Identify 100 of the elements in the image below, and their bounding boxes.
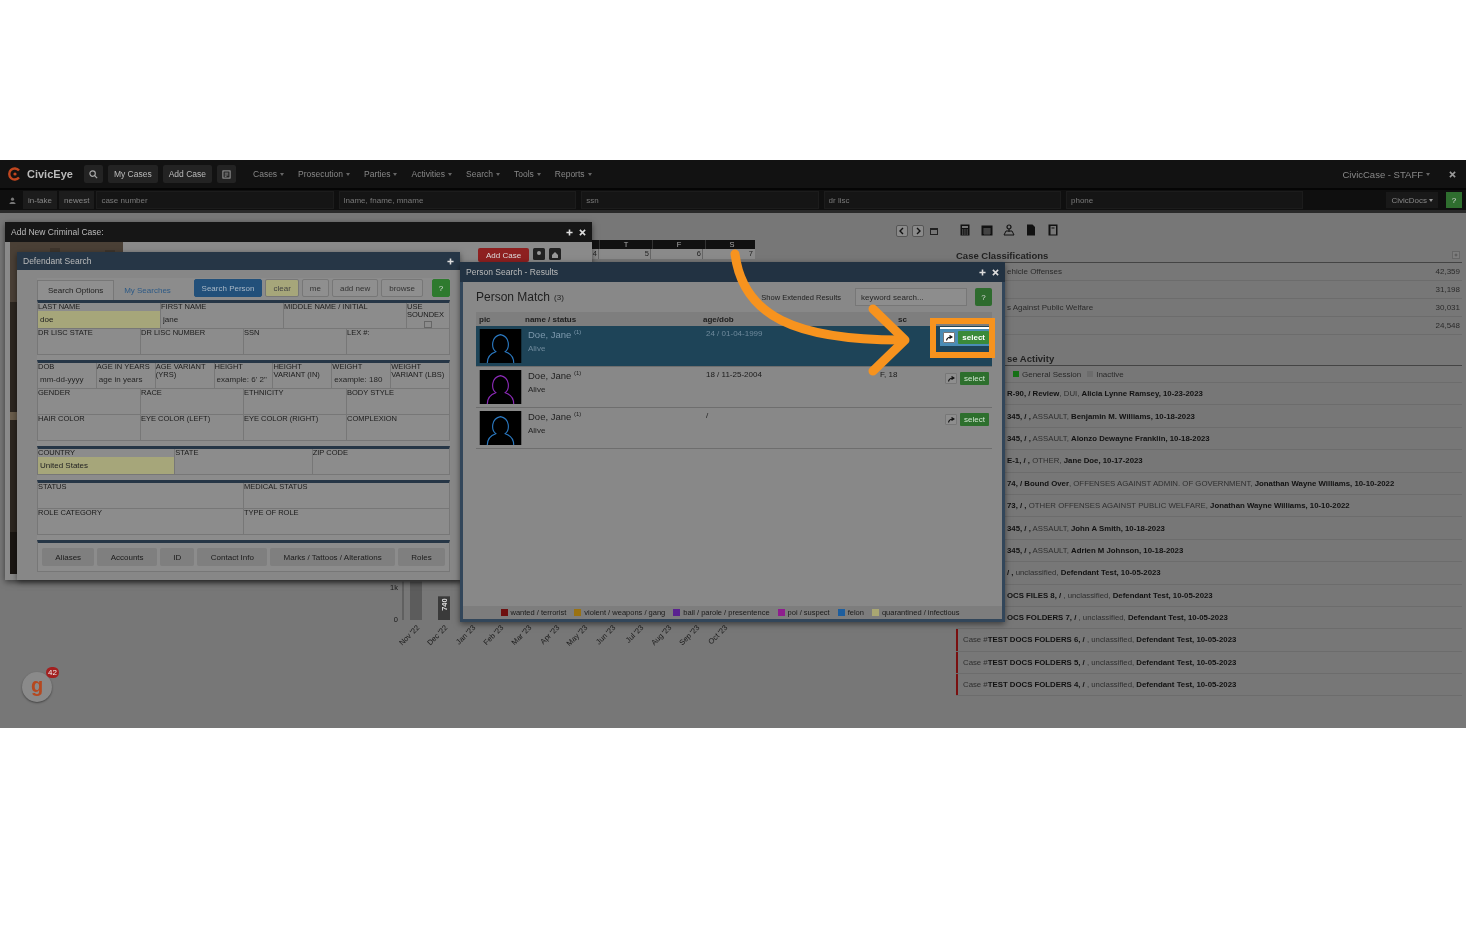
previous-icon[interactable]: [896, 225, 908, 237]
add-icon[interactable]: [447, 257, 454, 265]
docs-menu[interactable]: CivicDocs: [1386, 192, 1438, 208]
keyword-search-field[interactable]: keyword search...: [855, 288, 967, 306]
next-icon[interactable]: [912, 225, 924, 237]
person-status: Alive: [528, 344, 547, 354]
classification-count: 24,548: [1435, 321, 1460, 330]
tab[interactable]: My Searches: [114, 280, 181, 300]
input-field[interactable]: mm-dd-yyyy: [38, 371, 96, 388]
section-button[interactable]: Contact Info: [197, 548, 268, 566]
document-icon: [222, 169, 231, 179]
calendar-icon[interactable]: [928, 225, 940, 237]
nav-menu[interactable]: Cases: [253, 169, 285, 179]
silhouette-icon: [479, 329, 522, 363]
result-row[interactable]: Doe, Jane $^{(1)}$ Alive 18 / 11-25-2004 F, 18 select: [476, 367, 992, 408]
filter-toggle[interactable]: newest: [59, 191, 95, 209]
user-icon[interactable]: [533, 248, 546, 260]
close-icon[interactable]: [1449, 170, 1456, 178]
help-button[interactable]: ?: [1446, 192, 1462, 208]
add-icon[interactable]: [566, 228, 573, 236]
silhouette-icon: [479, 370, 522, 404]
search-field[interactable]: dr lisc: [823, 191, 1061, 209]
search-field[interactable]: case number: [96, 191, 334, 209]
person-name[interactable]: Doe, Jane $^{(1)}$: [528, 411, 706, 423]
nav-menu[interactable]: Activities: [411, 169, 452, 179]
person-status: Alive: [528, 426, 547, 436]
legend-label: General Session: [1022, 369, 1082, 379]
section-heading: Case Classifications: [956, 249, 1049, 261]
nav-menu[interactable]: Tools: [513, 169, 541, 179]
section-button[interactable]: Roles: [397, 548, 445, 566]
input-field[interactable]: example: 6' 2": [214, 371, 273, 388]
classification-count: 30,031: [1435, 303, 1460, 312]
action-button[interactable]: add new: [331, 279, 379, 297]
nav-button[interactable]: My Cases: [107, 165, 158, 183]
share-button[interactable]: [943, 332, 956, 343]
select-button[interactable]: select: [960, 413, 989, 426]
section-heading: se Activity: [1007, 352, 1055, 364]
checkbox[interactable]: [424, 321, 432, 328]
action-button[interactable]: me: [301, 279, 329, 297]
tab[interactable]: Search Options: [37, 280, 115, 300]
input-field[interactable]: jane: [161, 311, 283, 328]
calculator-icon[interactable]: [959, 224, 971, 236]
person-status: Alive: [528, 385, 547, 395]
classification-count: 42,359: [1435, 267, 1460, 276]
add-icon[interactable]: [979, 268, 986, 276]
nav-menu[interactable]: Parties: [364, 169, 398, 179]
nav-button[interactable]: Add Case: [162, 165, 212, 183]
action-button[interactable]: Search Person: [193, 279, 263, 297]
results-heading: Person Match: [476, 290, 551, 304]
action-button[interactable]: ?: [432, 279, 450, 297]
section-button[interactable]: Marks / Tattoos / Alterations: [270, 548, 395, 566]
section-button[interactable]: Aliases: [42, 548, 95, 566]
table-cell-text: /: [706, 411, 710, 420]
modal-title: Add New Criminal Case:: [11, 227, 105, 237]
search-button[interactable]: [83, 165, 103, 183]
table-cell-text: 24 / 01-04-1999: [706, 329, 764, 338]
select-button[interactable]: select: [958, 331, 989, 344]
nav-menu[interactable]: Prosecution: [298, 169, 350, 179]
home-icon[interactable]: [549, 248, 562, 260]
nav-menu[interactable]: Reports: [554, 169, 592, 179]
classification-label: ehicle Offenses: [1007, 267, 1062, 276]
search-field[interactable]: lname, fname, mname: [338, 191, 577, 209]
modal-title: Defendant Search: [23, 256, 93, 266]
person-name[interactable]: Doe, Jane $^{(1)}$: [528, 329, 706, 341]
file-icon[interactable]: [1025, 224, 1037, 236]
result-row[interactable]: Doe, Jane $^{(1)}$ Alive 24 / 01-04-1999 select: [476, 326, 992, 367]
brand-name: CivicEye: [27, 168, 73, 180]
person-name[interactable]: Doe, Jane $^{(1)}$: [528, 370, 706, 382]
filter-toggle[interactable]: in-take: [23, 191, 57, 209]
map-person-icon[interactable]: [1003, 224, 1015, 236]
account-menu[interactable]: CivicCase - STAFF: [1342, 168, 1430, 180]
chart-bar: [410, 581, 422, 620]
expand-icon[interactable]: [1452, 251, 1460, 259]
add-case-button[interactable]: Add Case: [478, 248, 530, 262]
result-count: (3): [554, 292, 564, 302]
table-cell-text: 18 / 11-25-2004: [706, 370, 763, 379]
result-row[interactable]: Doe, Jane $^{(1)}$ Alive / select: [476, 408, 992, 449]
search-field[interactable]: phone: [1066, 191, 1304, 209]
input-field[interactable]: doe: [38, 311, 160, 328]
column-header: age/dob: [703, 314, 735, 324]
silhouette-icon: [479, 411, 522, 445]
panel-button[interactable]: [217, 165, 236, 183]
help-button[interactable]: ?: [975, 288, 992, 306]
select-button[interactable]: select: [960, 372, 989, 385]
classification-count: 31,198: [1435, 285, 1460, 294]
chart-bar: [438, 596, 450, 620]
search-icon: [88, 169, 98, 179]
action-button[interactable]: browse: [381, 279, 423, 297]
section-button[interactable]: ID: [159, 548, 195, 566]
section-button[interactable]: Accounts: [97, 548, 157, 566]
input-field[interactable]: example: 180: [332, 371, 391, 388]
search-field[interactable]: ssn: [581, 191, 819, 209]
input-field[interactable]: United States: [38, 457, 175, 474]
legend-label: Inactive: [1096, 369, 1124, 379]
modal-title: Person Search - Results: [466, 267, 560, 277]
calendar-icon[interactable]: [981, 224, 993, 236]
book-icon[interactable]: [1047, 224, 1059, 236]
input-field[interactable]: age in years: [96, 371, 155, 388]
action-button[interactable]: clear: [265, 279, 299, 297]
nav-menu[interactable]: Search: [466, 169, 500, 179]
